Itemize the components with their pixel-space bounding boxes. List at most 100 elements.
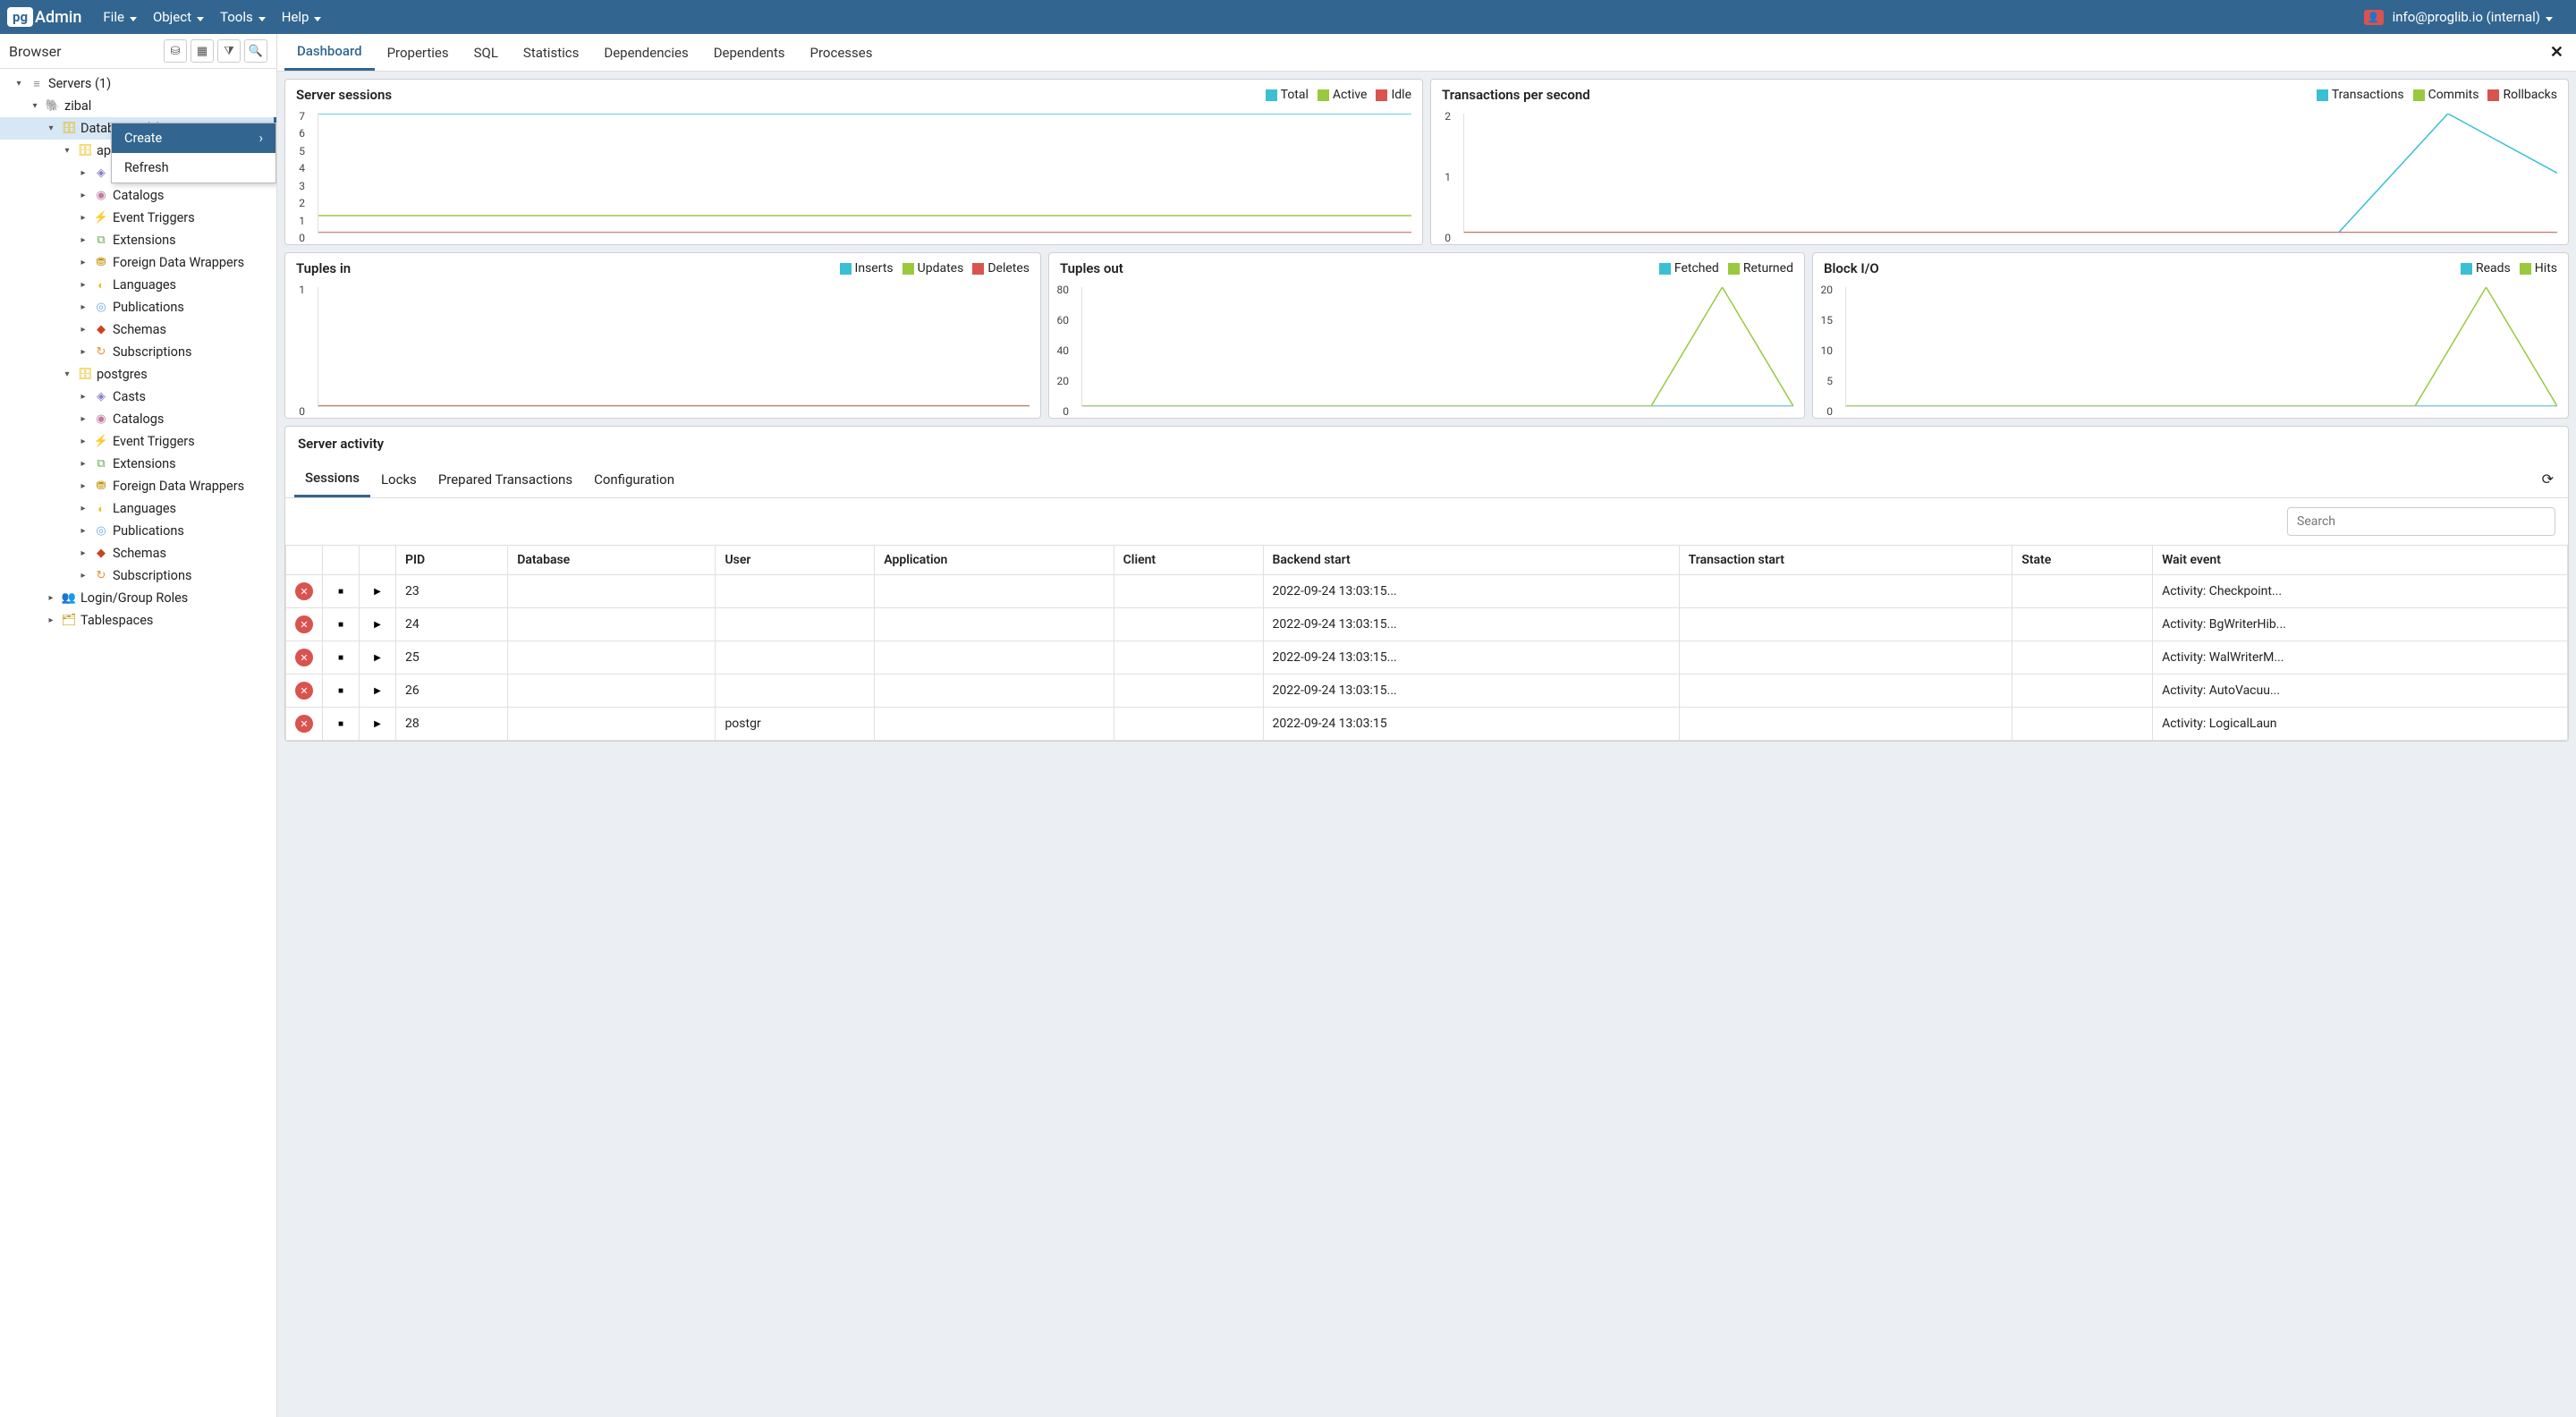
tree-item[interactable]: ▸⛃Foreign Data Wrappers — [0, 251, 276, 274]
context-create[interactable]: Create › — [112, 123, 275, 153]
tree-item[interactable]: ▸↻Subscriptions — [0, 341, 276, 363]
cancel-icon[interactable]: ✕ — [295, 582, 313, 600]
col-pid[interactable]: PID — [396, 546, 508, 575]
stop-icon[interactable]: ■ — [332, 649, 350, 666]
col-state[interactable]: State — [2012, 546, 2153, 575]
swatch-icon — [1659, 263, 1671, 275]
tree-item[interactable]: ▸◉Catalogs — [0, 408, 276, 430]
col-backend-start[interactable]: Backend start — [1263, 546, 1679, 575]
cell-wait: Activity: WalWriterM... — [2153, 641, 2568, 675]
col-transaction-start[interactable]: Transaction start — [1679, 546, 2012, 575]
tree-item[interactable]: ▸◎Publications — [0, 520, 276, 542]
col-database[interactable]: Database — [508, 546, 716, 575]
tab-statistics[interactable]: Statistics — [511, 36, 591, 70]
menu-object[interactable]: Object — [153, 9, 204, 25]
panel-server-sessions: Server sessions Total Active Idle 765432… — [284, 79, 1423, 245]
tree-item[interactable]: ▸◎Publications — [0, 296, 276, 318]
table-row[interactable]: ✕ ■ ▶ 26 2022-09-24 13:03:15... Activity… — [286, 675, 2568, 708]
stop-icon[interactable]: ■ — [332, 715, 350, 733]
search-icon[interactable]: 🔍 — [244, 39, 267, 63]
expand-icon[interactable]: ▶ — [369, 715, 386, 733]
stop-icon[interactable]: ■ — [332, 682, 350, 700]
cancel-icon[interactable]: ✕ — [295, 615, 313, 633]
tab-dependents[interactable]: Dependents — [701, 36, 798, 70]
stop-icon[interactable]: ■ — [332, 615, 350, 633]
catalogs-icon: ◉ — [93, 189, 109, 202]
tree-item[interactable]: ▸◆Schemas — [0, 318, 276, 341]
tree-item[interactable]: ▸◈Casts — [0, 386, 276, 408]
menu-tools[interactable]: Tools — [220, 9, 266, 25]
cell-client — [1114, 608, 1263, 641]
cell-state — [2012, 575, 2153, 608]
cell-db — [508, 641, 716, 675]
table-row[interactable]: ✕ ■ ▶ 23 2022-09-24 13:03:15... Activity… — [286, 575, 2568, 608]
panel-server-activity: Server activity Sessions Locks Prepared … — [284, 426, 2569, 742]
swatch-icon — [2413, 89, 2425, 101]
tree-item[interactable]: ▸⧉Extensions — [0, 229, 276, 251]
expand-icon[interactable]: ▶ — [369, 615, 386, 633]
subscription-icon: ↻ — [93, 569, 109, 582]
cell-start: 2022-09-24 13:03:15... — [1263, 575, 1679, 608]
search-input[interactable] — [2287, 507, 2555, 536]
expand-icon[interactable]: ▶ — [369, 582, 386, 600]
tree-item[interactable]: ▸⧉Extensions — [0, 453, 276, 475]
tree-item[interactable]: ▸⚡Event Triggers — [0, 207, 276, 229]
cell-txn — [1679, 608, 2012, 641]
subtab-locks[interactable]: Locks — [370, 462, 428, 496]
tab-sql[interactable]: SQL — [462, 36, 511, 70]
filter-icon[interactable]: ⧩ — [217, 39, 241, 63]
tab-dashboard[interactable]: Dashboard — [284, 34, 375, 71]
cancel-icon[interactable]: ✕ — [295, 715, 313, 733]
tree-server[interactable]: ▾🐘zibal — [0, 95, 276, 117]
tab-properties[interactable]: Properties — [375, 36, 462, 70]
menu-file[interactable]: File — [103, 9, 137, 25]
tree-item[interactable]: ▸◉Catalogs — [0, 184, 276, 207]
panel-block-io: Block I/O Reads Hits 20151050 — [1812, 252, 2569, 419]
schema-icon: ◆ — [93, 323, 109, 336]
swatch-icon — [2461, 263, 2472, 275]
col-application[interactable]: Application — [875, 546, 1114, 575]
tree-item[interactable]: ▸◆Schemas — [0, 542, 276, 564]
cancel-icon[interactable]: ✕ — [295, 682, 313, 700]
menu-help[interactable]: Help — [282, 9, 322, 25]
tree-item[interactable]: ▸⛃Foreign Data Wrappers — [0, 475, 276, 497]
subtab-sessions[interactable]: Sessions — [294, 461, 370, 497]
subtab-prepared[interactable]: Prepared Transactions — [428, 462, 583, 496]
tree-login-roles[interactable]: ▸👥Login/Group Roles — [0, 587, 276, 609]
query-tool-icon[interactable]: ⛁ — [164, 39, 187, 63]
col-client[interactable]: Client — [1114, 546, 1263, 575]
context-refresh[interactable]: Refresh — [112, 153, 275, 182]
cell-db — [508, 708, 716, 741]
expand-icon[interactable]: ▶ — [369, 649, 386, 666]
cancel-icon[interactable]: ✕ — [295, 649, 313, 666]
chart-tps: 210 — [1431, 110, 2568, 244]
close-icon[interactable]: ✕ — [2545, 43, 2569, 62]
tree-db-postgres[interactable]: ▾🗄postgres — [0, 363, 276, 386]
stop-icon[interactable]: ■ — [332, 582, 350, 600]
table-row[interactable]: ✕ ■ ▶ 24 2022-09-24 13:03:15... Activity… — [286, 608, 2568, 641]
col-wait-event[interactable]: Wait event — [2153, 546, 2568, 575]
col-user[interactable]: User — [716, 546, 875, 575]
chart-tuples-in: 10 — [285, 284, 1040, 418]
tree-item[interactable]: ▸⚡Event Triggers — [0, 430, 276, 453]
chevron-down-icon — [257, 9, 266, 25]
cell-app — [875, 608, 1114, 641]
expand-icon[interactable]: ▶ — [369, 682, 386, 700]
tab-dependencies[interactable]: Dependencies — [591, 36, 700, 70]
tree-item[interactable]: ▸◐Languages — [0, 497, 276, 520]
table-row[interactable]: ✕ ■ ▶ 28 postgr 2022-09-24 13:03:15 Acti… — [286, 708, 2568, 741]
view-data-icon[interactable]: ▦ — [191, 39, 214, 63]
publication-icon: ◎ — [93, 301, 109, 314]
tree-servers[interactable]: ▾≡Servers (1) — [0, 72, 276, 95]
subtab-config[interactable]: Configuration — [583, 462, 685, 496]
panel-tps: Transactions per second Transactions Com… — [1430, 79, 2569, 245]
tab-processes[interactable]: Processes — [798, 36, 886, 70]
tree-item[interactable]: ▸◐Languages — [0, 274, 276, 296]
cell-user — [716, 641, 875, 675]
tree-tablespaces[interactable]: ▸🗂Tablespaces — [0, 609, 276, 632]
table-row[interactable]: ✕ ■ ▶ 25 2022-09-24 13:03:15... Activity… — [286, 641, 2568, 675]
tree-item[interactable]: ▸↻Subscriptions — [0, 564, 276, 587]
user-menu[interactable]: 👤 info@proglib.io (internal) — [2364, 9, 2553, 25]
refresh-icon[interactable]: ⟳ — [2537, 465, 2559, 493]
swatch-icon — [1266, 89, 1277, 101]
